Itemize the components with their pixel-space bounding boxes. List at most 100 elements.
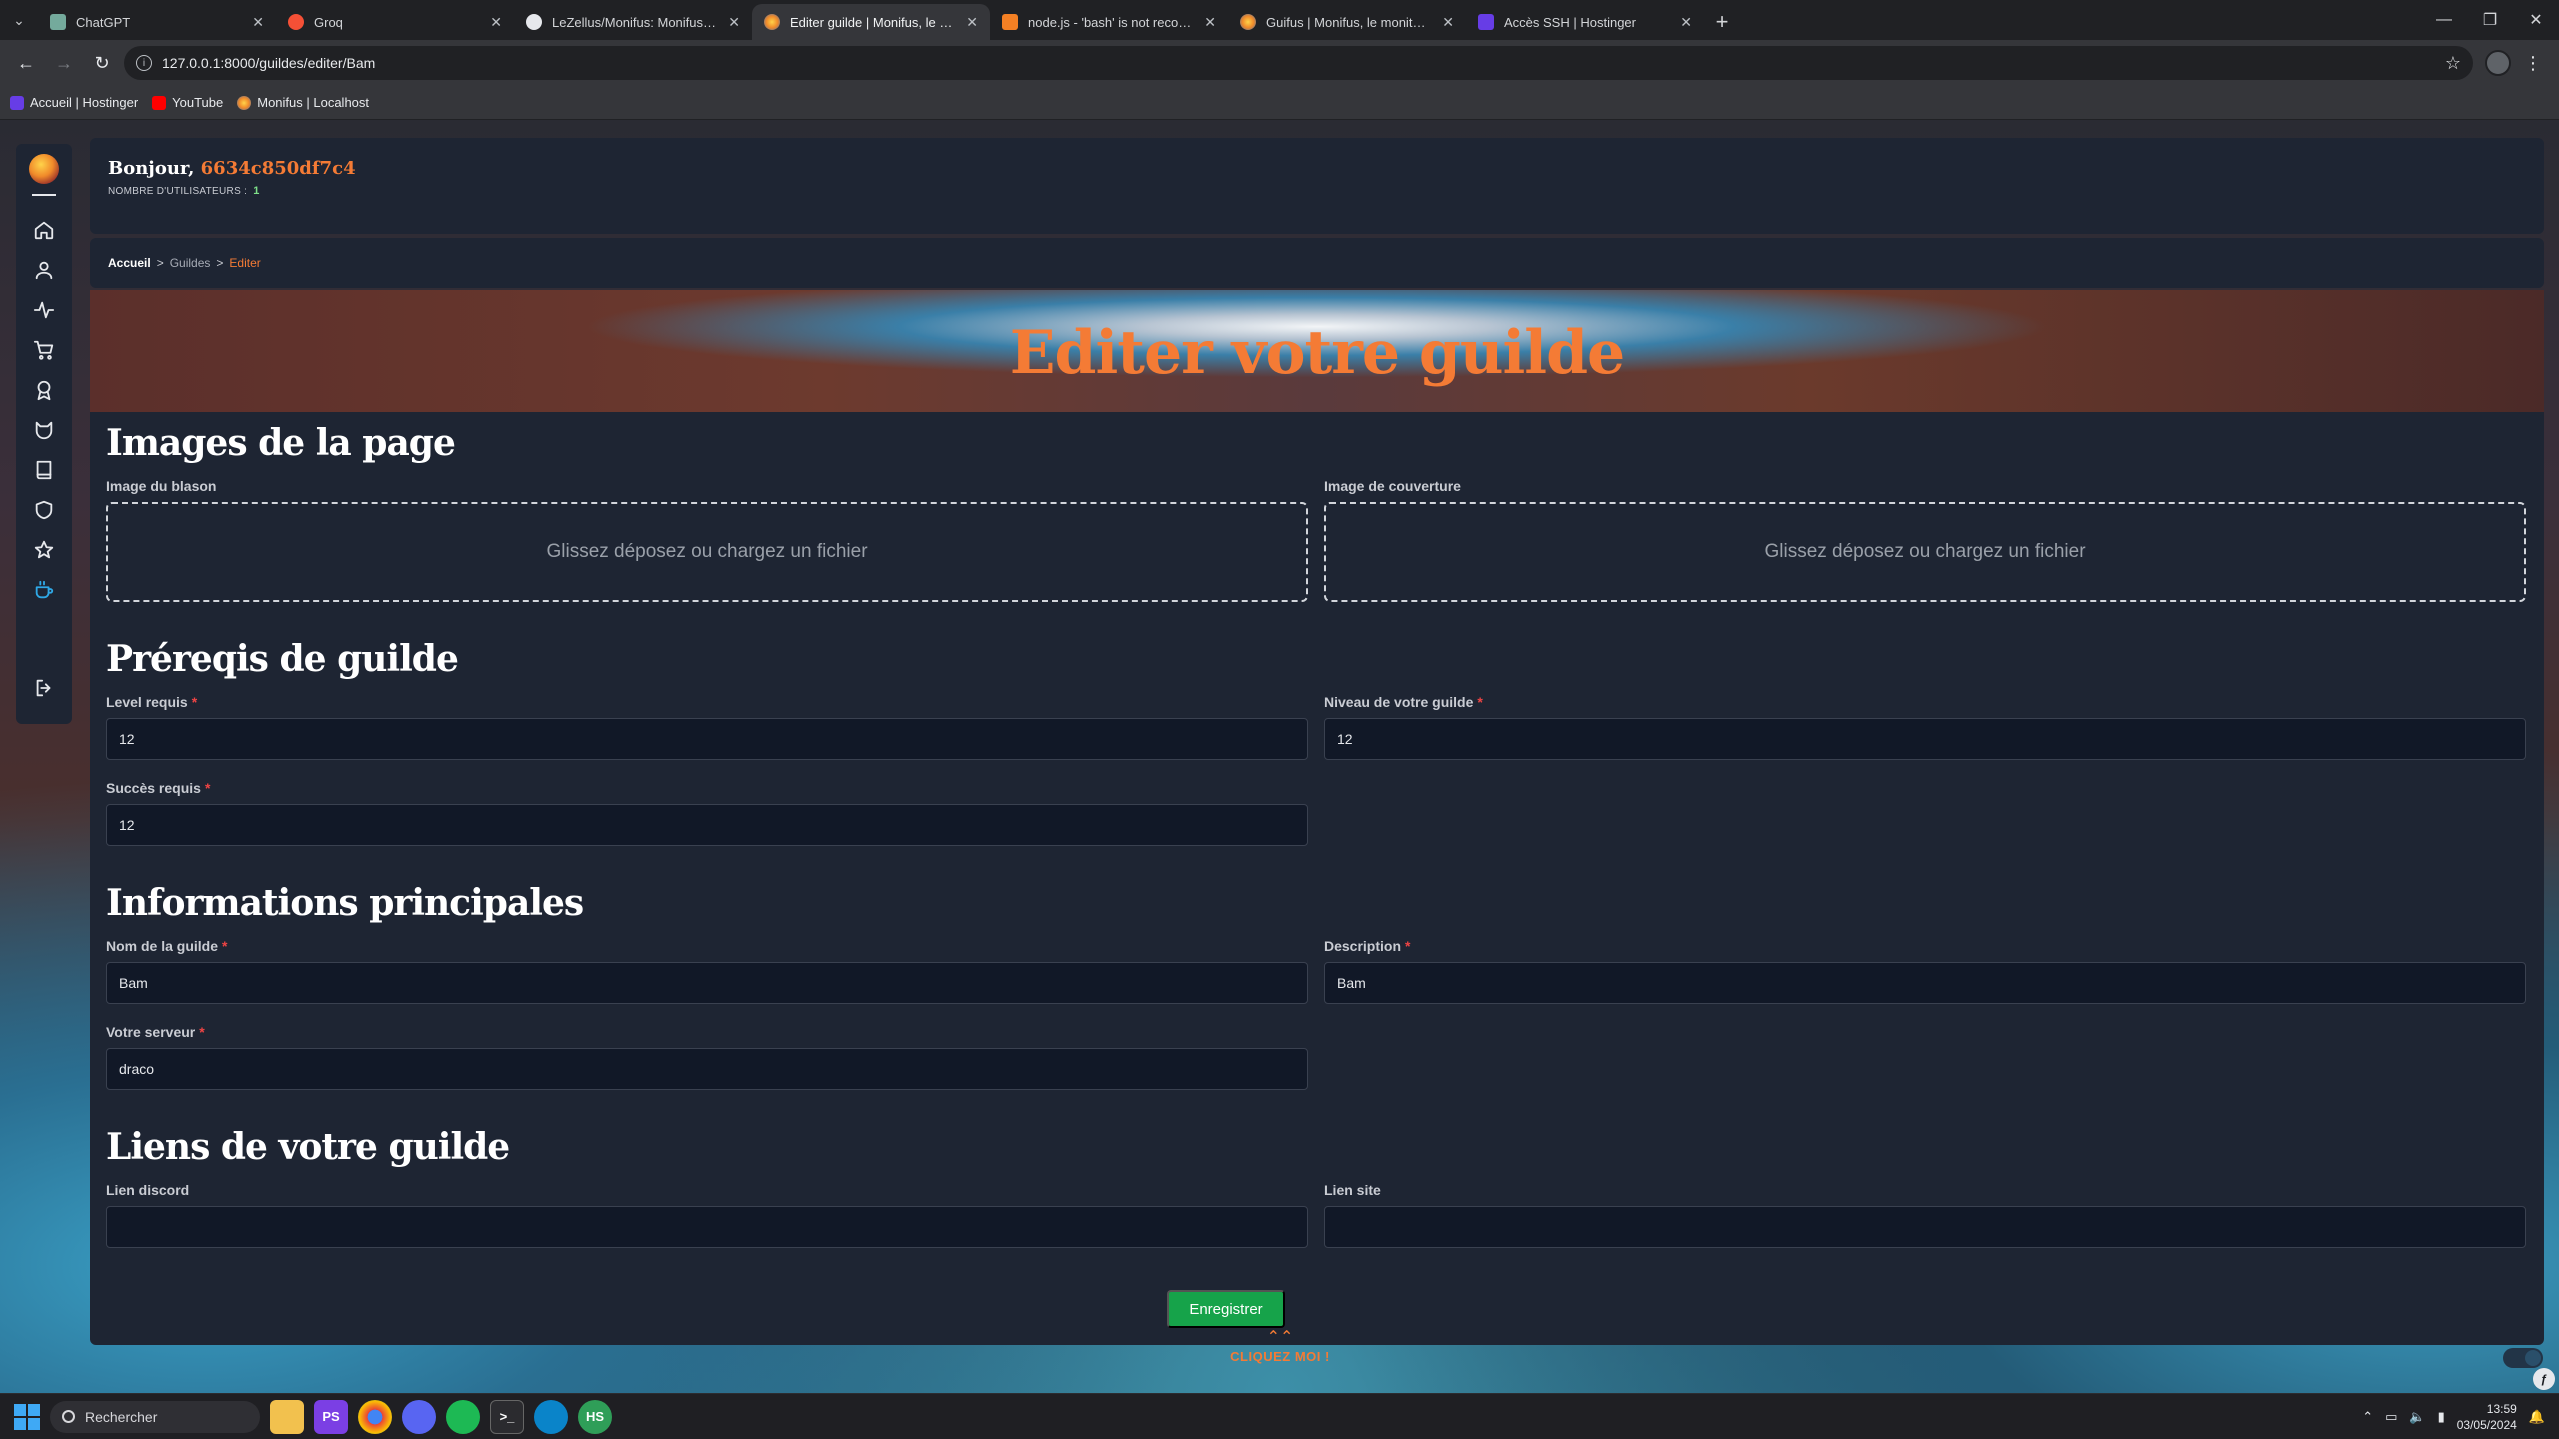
sidebar-item-activity[interactable] — [24, 290, 64, 330]
guild-level-label: Niveau de votre guilde * — [1324, 694, 1483, 710]
sidebar-divider — [32, 194, 56, 196]
blason-dropzone[interactable]: Glissez déposez ou chargez un fichier — [106, 502, 1308, 602]
bookmark-hostinger[interactable]: Accueil | Hostinger — [10, 95, 138, 110]
award-icon — [37, 380, 51, 401]
sidebar-item-shop[interactable] — [24, 330, 64, 370]
tab-stackoverflow[interactable]: node.js - 'bash' is not recogniz ✕ — [990, 4, 1228, 40]
bookmark-label: Monifus | Localhost — [257, 95, 370, 110]
battery-icon[interactable]: ▮ — [2438, 1409, 2445, 1425]
sidebar-item-profile[interactable] — [24, 250, 64, 290]
sidebar-item-pets[interactable] — [24, 410, 64, 450]
terminal-icon[interactable]: >_ — [490, 1399, 524, 1434]
url-text[interactable]: 127.0.0.1:8000/guildes/editer/Bam — [162, 55, 2435, 71]
breadcrumb-guildes[interactable]: Guildes — [170, 256, 211, 270]
clock-time: 13:59 — [2486, 1401, 2517, 1416]
tab-editer-guilde[interactable]: Editer guilde | Monifus, le moni ✕ — [752, 4, 990, 40]
file-explorer-icon[interactable] — [270, 1399, 304, 1434]
bookmark-star-icon[interactable]: ☆ — [2445, 53, 2461, 74]
monifus-favicon-icon — [764, 14, 780, 30]
click-me-hint[interactable]: ⌃⌃ CLIQUEZ MOI ! — [1170, 1329, 1390, 1365]
tab-search-icon[interactable]: ⌄ — [4, 4, 34, 36]
close-window-icon[interactable]: ✕ — [2513, 0, 2559, 40]
tray-chevron-icon[interactable]: ⌃ — [2362, 1409, 2373, 1425]
menu-kebab-icon[interactable]: ⋮ — [2517, 47, 2549, 79]
breadcrumb-home[interactable]: Accueil — [108, 256, 151, 270]
close-icon[interactable]: ✕ — [728, 14, 740, 31]
site-input[interactable] — [1324, 1206, 2526, 1248]
activity-icon — [33, 301, 55, 319]
chrome-icon[interactable] — [358, 1399, 392, 1434]
new-tab-button[interactable]: + — [1704, 4, 1740, 40]
sidebar-item-guild[interactable] — [24, 490, 64, 530]
discord-input[interactable] — [106, 1206, 1308, 1248]
description-input[interactable]: Bam — [1324, 962, 2526, 1004]
monifus-logo[interactable] — [29, 154, 59, 184]
tab-title: LeZellus/Monifus: Monifus, a m — [552, 14, 719, 30]
taskbar-search[interactable]: Rechercher — [50, 1400, 260, 1433]
close-icon[interactable]: ✕ — [252, 14, 264, 31]
greeting-prefix: Bonjour, — [108, 158, 195, 179]
volume-icon[interactable]: 🔈 — [2409, 1409, 2425, 1425]
sidebar-item-home[interactable] — [24, 210, 64, 250]
clock[interactable]: 13:59 03/05/2024 — [2457, 1401, 2517, 1433]
greeting-card: Bonjour, 6634c850df7c4 NOMBRE D'UTILISAT… — [90, 138, 2544, 234]
hs-app-icon[interactable]: HS — [578, 1399, 612, 1434]
notification-bell-icon[interactable]: 🔔 — [2529, 1409, 2545, 1425]
sidebar-item-book[interactable] — [24, 450, 64, 490]
guild-name-input[interactable]: Bam — [106, 962, 1308, 1004]
profile-avatar[interactable] — [2485, 50, 2511, 76]
section-title-links: Liens de votre guilde — [106, 1126, 510, 1168]
reload-icon[interactable]: ↻ — [86, 47, 118, 79]
tab-title: Guifus | Monifus, le moniteur D — [1266, 14, 1433, 30]
cover-dropzone[interactable]: Glissez déposez ou chargez un fichier — [1324, 502, 2526, 602]
breadcrumb-current: Editer — [229, 256, 261, 270]
sidebar-item-logout[interactable] — [24, 668, 64, 708]
minimize-icon[interactable]: — — [2421, 0, 2467, 40]
hostinger-icon — [10, 95, 24, 110]
bookmark-monifus[interactable]: Monifus | Localhost — [237, 95, 369, 110]
save-button[interactable]: Enregistrer — [1167, 1290, 1285, 1328]
windows-start-icon[interactable] — [14, 1403, 40, 1430]
address-bar[interactable]: i 127.0.0.1:8000/guildes/editer/Bam ☆ — [124, 46, 2473, 80]
close-icon[interactable]: ✕ — [966, 14, 978, 31]
close-icon[interactable]: ✕ — [1442, 14, 1454, 31]
sidebar-item-favorites[interactable] — [24, 530, 64, 570]
users-count-value: 1 — [253, 185, 260, 197]
bookmark-youtube[interactable]: YouTube — [152, 95, 223, 110]
guild-name-label: Nom de la guilde * — [106, 938, 227, 954]
phpstorm-icon[interactable]: PS — [314, 1399, 348, 1434]
page-viewport: Bonjour, 6634c850df7c4 NOMBRE D'UTILISAT… — [0, 120, 2559, 1393]
forward-arrow-icon[interactable]: → — [48, 47, 80, 79]
close-icon[interactable]: ✕ — [490, 14, 502, 31]
server-input[interactable]: draco — [106, 1048, 1308, 1090]
close-icon[interactable]: ✕ — [1680, 14, 1692, 31]
tab-chatgpt[interactable]: ChatGPT ✕ — [38, 4, 276, 40]
maximize-icon[interactable]: ❐ — [2467, 0, 2513, 40]
section-title-prereq: Préreqis de guilde — [106, 638, 459, 680]
tab-groq[interactable]: Groq ✕ — [276, 4, 514, 40]
symfony-toolbar-icon[interactable]: ƒ — [2533, 1368, 2555, 1390]
double-chevron-up-icon: ⌃⌃ — [1266, 1329, 1294, 1346]
spotify-icon[interactable] — [446, 1399, 480, 1434]
tab-github[interactable]: LeZellus/Monifus: Monifus, a m ✕ — [514, 4, 752, 40]
back-arrow-icon[interactable]: ← — [10, 47, 42, 79]
book-icon — [36, 460, 52, 480]
close-icon[interactable]: ✕ — [1204, 14, 1216, 31]
greeting-line: Bonjour, 6634c850df7c4 — [108, 158, 2526, 179]
tab-guifus[interactable]: Guifus | Monifus, le moniteur D ✕ — [1228, 4, 1466, 40]
network-icon[interactable]: ▭ — [2385, 1409, 2397, 1425]
user-icon — [35, 261, 53, 280]
guild-level-input[interactable]: 12 — [1324, 718, 2526, 760]
tab-hostinger-ssh[interactable]: Accès SSH | Hostinger ✕ — [1466, 4, 1704, 40]
user-id: 6634c850df7c4 — [200, 158, 356, 179]
discord-icon[interactable] — [402, 1399, 436, 1434]
edge-icon[interactable] — [534, 1399, 568, 1434]
groq-favicon-icon — [288, 14, 304, 30]
theme-toggle[interactable] — [2503, 1348, 2543, 1368]
level-label: Level requis * — [106, 694, 197, 710]
success-input[interactable]: 12 — [106, 804, 1308, 846]
sidebar-item-awards[interactable] — [24, 370, 64, 410]
level-input[interactable]: 12 — [106, 718, 1308, 760]
site-info-icon[interactable]: i — [136, 55, 152, 71]
sidebar-item-coffee[interactable] — [24, 570, 64, 610]
